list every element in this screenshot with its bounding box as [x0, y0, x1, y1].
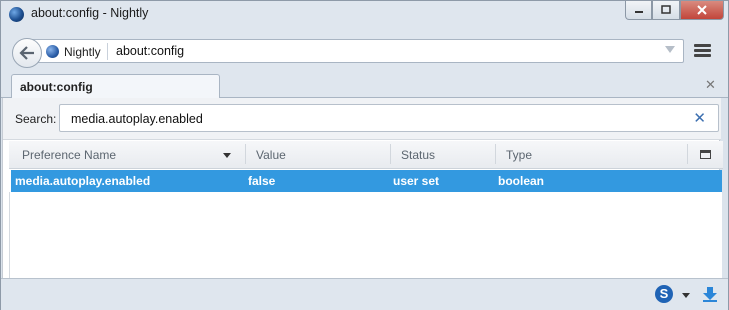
- skype-addon-icon[interactable]: S: [655, 285, 673, 303]
- download-icon[interactable]: [701, 285, 719, 303]
- window-controls: [625, 1, 724, 21]
- search-input[interactable]: media.autoplay.enabled ✕: [59, 104, 719, 132]
- nav-bar: Nightly about:config: [1, 27, 728, 73]
- cell-status: user set: [393, 174, 440, 188]
- search-label: Search:: [15, 112, 57, 126]
- history-dropdown-icon[interactable]: [665, 46, 675, 53]
- minimize-icon: [634, 11, 643, 13]
- cell-preference-name: media.autoplay.enabled: [15, 174, 151, 188]
- site-identity-button[interactable]: Nightly: [46, 43, 108, 60]
- config-page: Search: media.autoplay.enabled ✕ Prefere…: [2, 98, 723, 278]
- column-value[interactable]: Value: [256, 148, 286, 162]
- preferences-table-header: Preference Name Value Status Type: [9, 141, 723, 169]
- column-splitter[interactable]: [245, 144, 246, 164]
- close-window-button[interactable]: [680, 1, 724, 20]
- back-arrow-icon: [19, 46, 34, 60]
- title-bar: about:config - Nightly: [1, 1, 728, 27]
- search-row: Search: media.autoplay.enabled ✕: [3, 98, 721, 140]
- column-splitter[interactable]: [687, 144, 688, 164]
- minimize-button[interactable]: [625, 1, 652, 20]
- close-icon: [697, 5, 707, 15]
- column-picker-icon[interactable]: [700, 150, 711, 159]
- column-type[interactable]: Type: [506, 148, 532, 162]
- url-text[interactable]: about:config: [116, 44, 184, 58]
- column-status[interactable]: Status: [401, 148, 435, 162]
- close-tab-icon[interactable]: ✕: [705, 77, 716, 93]
- column-preference-name[interactable]: Preference Name: [22, 148, 116, 162]
- clear-search-icon[interactable]: ✕: [693, 109, 706, 127]
- menu-button[interactable]: [694, 44, 711, 58]
- identity-label: Nightly: [64, 44, 101, 59]
- nightly-logo-icon: [9, 7, 24, 22]
- column-splitter[interactable]: [495, 144, 496, 164]
- sort-descending-icon: [223, 153, 231, 158]
- tab-label: about:config: [20, 80, 93, 94]
- preferences-table-body: [9, 192, 722, 278]
- table-row[interactable]: media.autoplay.enabled false user set bo…: [11, 170, 722, 192]
- hamburger-menu-icon: [694, 44, 711, 47]
- status-bar: S: [1, 278, 728, 310]
- globe-icon: [46, 45, 59, 58]
- browser-window: about:config - Nightly Nightly about:con…: [0, 0, 729, 310]
- cell-value: false: [248, 174, 276, 188]
- tab-strip: about:config ✕: [1, 73, 728, 99]
- addon-dropdown-icon[interactable]: [682, 293, 690, 298]
- maximize-icon: [661, 5, 671, 14]
- back-button[interactable]: [12, 38, 42, 68]
- tab-about-config[interactable]: about:config: [11, 74, 220, 99]
- cell-type: boolean: [498, 174, 545, 188]
- search-value: media.autoplay.enabled: [71, 112, 203, 126]
- window-title: about:config - Nightly: [31, 6, 149, 20]
- column-splitter[interactable]: [390, 144, 391, 164]
- url-bar[interactable]: Nightly about:config: [31, 39, 684, 63]
- maximize-button[interactable]: [652, 1, 680, 20]
